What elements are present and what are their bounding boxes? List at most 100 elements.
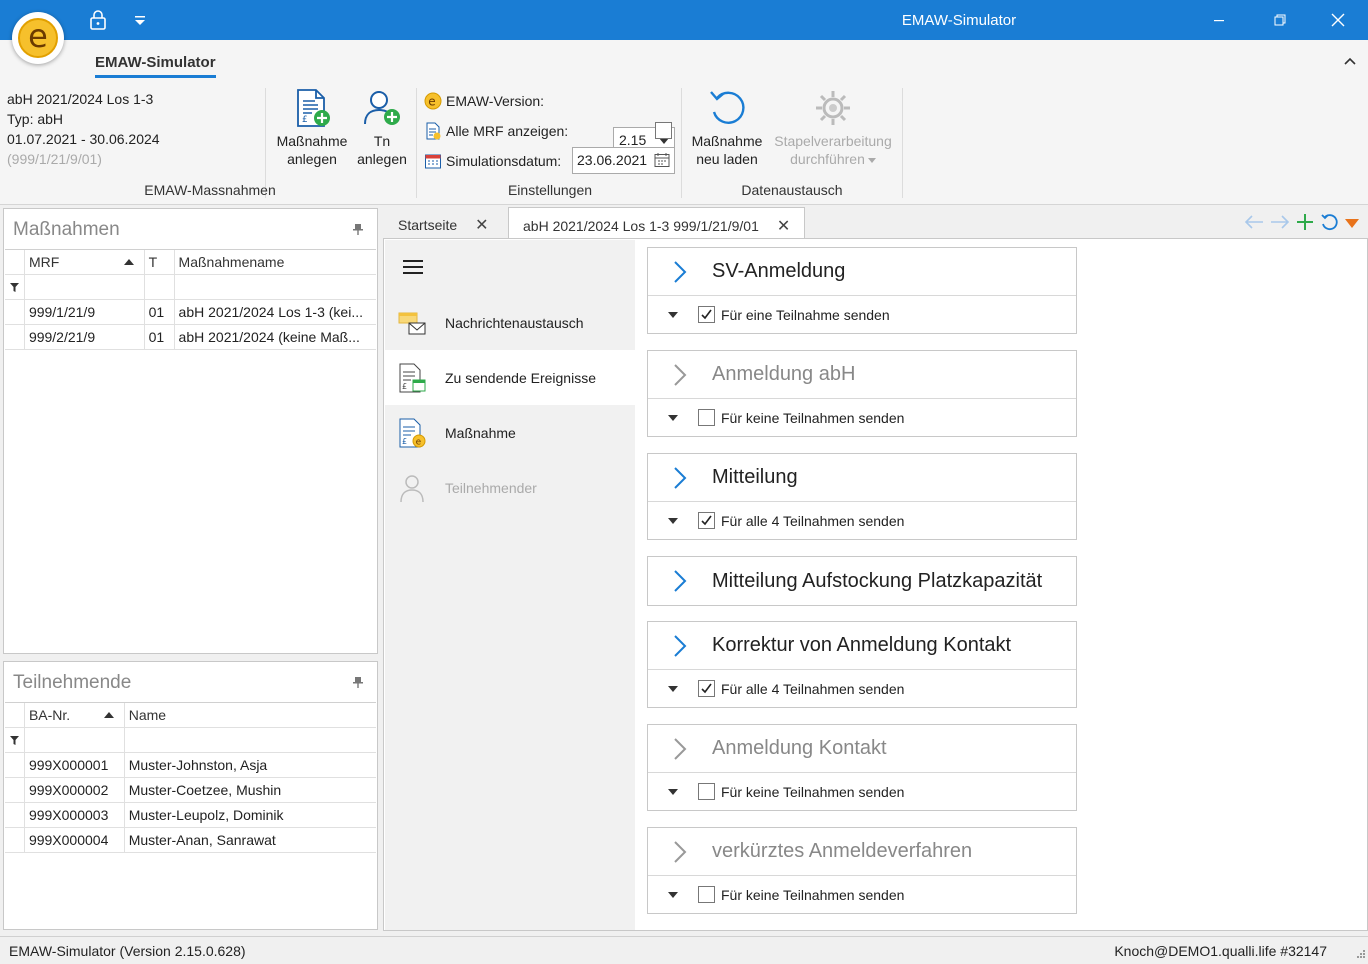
alle-mrf-checkbox[interactable] xyxy=(655,122,672,139)
gear-icon xyxy=(811,86,855,130)
stapelverarbeitung-button[interactable]: Stapelverarbeitung durchführen xyxy=(768,86,898,168)
add-icon[interactable] xyxy=(1296,213,1314,234)
chevron-right-icon[interactable] xyxy=(648,466,712,490)
close-icon[interactable]: ✕ xyxy=(777,218,790,235)
alle-mrf-label: Alle MRF anzeigen: xyxy=(446,123,569,139)
send-checkbox[interactable] xyxy=(698,886,715,903)
sort-ascending-icon xyxy=(123,259,134,265)
new-document-icon: £ xyxy=(290,86,334,130)
send-option-label: Für alle 4 Teilnahmen senden xyxy=(721,680,905,697)
restore-button[interactable] xyxy=(1258,6,1302,34)
chevron-right-icon[interactable] xyxy=(648,363,712,387)
massnahme-anlegen-button[interactable]: £ Maßnahme anlegen xyxy=(272,86,352,168)
table-row[interactable]: 999X000003 Muster-Leupolz, Dominik xyxy=(5,803,376,828)
tab-massnahme[interactable]: abH 2021/2024 Los 1-3 999/1/21/9/01 ✕ xyxy=(508,207,806,239)
collapse-ribbon-icon[interactable] xyxy=(1344,52,1356,68)
back-arrow-icon[interactable] xyxy=(1244,215,1264,232)
cell-t: 01 xyxy=(145,300,175,324)
menu-dropdown-icon[interactable] xyxy=(1344,216,1360,232)
chevron-down-icon[interactable] xyxy=(648,311,698,318)
app-logo[interactable]: e xyxy=(12,12,64,64)
chevron-down-icon[interactable] xyxy=(648,517,698,524)
sort-ascending-icon xyxy=(103,712,114,718)
filter-name-input[interactable] xyxy=(125,728,376,752)
chevron-right-icon[interactable] xyxy=(648,634,712,658)
nav-item-nachrichtenaustausch[interactable]: Nachrichtenaustausch xyxy=(385,295,635,350)
cell-name: abH 2021/2024 (keine Maß... xyxy=(178,329,360,345)
simulationsdatum-input[interactable]: 23.06.2021 xyxy=(572,147,675,174)
cell-mrf: 999/1/21/9 xyxy=(25,300,145,324)
chevron-right-icon[interactable] xyxy=(648,260,712,284)
send-checkbox[interactable] xyxy=(698,306,715,323)
event-title: Korrektur von Anmeldung Kontakt xyxy=(712,634,1012,656)
send-checkbox[interactable] xyxy=(698,783,715,800)
event-header[interactable]: verkürztes Anmeldeverfahren xyxy=(648,828,1076,876)
column-header-t[interactable]: T xyxy=(145,250,175,274)
ribbon-separator xyxy=(902,88,903,198)
chevron-right-icon[interactable] xyxy=(648,569,712,593)
resize-grip-icon[interactable] xyxy=(1355,945,1365,961)
chevron-down-icon[interactable] xyxy=(648,788,698,795)
send-checkbox[interactable] xyxy=(698,512,715,529)
minimize-button[interactable] xyxy=(1197,6,1241,34)
table-row[interactable]: 999/2/21/9 01 abH 2021/2024 (keine Maß..… xyxy=(5,325,376,350)
send-checkbox[interactable] xyxy=(698,409,715,426)
chevron-right-icon[interactable] xyxy=(648,840,712,864)
event-title: Anmeldung Kontakt xyxy=(712,737,887,759)
table-row[interactable]: 999/1/21/9 01 abH 2021/2024 Los 1-3 (kei… xyxy=(5,300,376,325)
teilnehmende-panel-title: Teilnehmende xyxy=(13,672,132,693)
emaw-version-label: EMAW-Version: xyxy=(446,93,545,109)
table-row[interactable]: 999X000001 Muster-Johnston, Asja xyxy=(5,753,376,778)
table-row[interactable]: 999X000004 Muster-Anan, Sanrawat xyxy=(5,828,376,853)
chevron-down-icon[interactable] xyxy=(648,891,698,898)
tab-startseite[interactable]: Startseite ✕ xyxy=(384,207,503,239)
event-option-row: Für eine Teilnahme senden xyxy=(648,296,1076,333)
tn-anlegen-label-1: Tn xyxy=(373,133,391,149)
refresh-icon[interactable] xyxy=(1320,213,1338,234)
svg-text:e: e xyxy=(416,437,422,447)
nav-item-label: Teilnehmender xyxy=(445,479,537,496)
status-version: EMAW-Simulator (Version 2.15.0.628) xyxy=(9,943,246,959)
document-list-icon xyxy=(424,122,442,140)
chevron-down-icon[interactable] xyxy=(648,685,698,692)
filter-name-input[interactable] xyxy=(175,275,376,299)
tn-anlegen-button[interactable]: Tn anlegen xyxy=(352,86,412,168)
column-header-mrf[interactable]: MRF xyxy=(25,250,145,274)
filter-t-input[interactable] xyxy=(145,275,175,299)
cell-name: Muster-Coetzee, Mushin xyxy=(128,782,282,798)
filter-mrf-input[interactable] xyxy=(25,275,145,299)
event-header[interactable]: Mitteilung xyxy=(648,454,1076,502)
nav-item-massnahme[interactable]: £ e Maßnahme xyxy=(385,405,635,460)
column-header-massnahmename[interactable]: Maßnahmename xyxy=(175,250,376,274)
pin-icon[interactable] xyxy=(353,223,363,238)
grid-gutter xyxy=(5,325,25,349)
calendar-picker-icon[interactable] xyxy=(654,152,670,171)
event-header[interactable]: Anmeldung abH xyxy=(648,351,1076,399)
event-header[interactable]: SV-Anmeldung xyxy=(648,248,1076,296)
table-row[interactable]: 999X000002 Muster-Coetzee, Mushin xyxy=(5,778,376,803)
filter-icon xyxy=(5,728,25,752)
hamburger-menu-icon[interactable] xyxy=(402,258,424,279)
send-checkbox[interactable] xyxy=(698,680,715,697)
filter-ba-input[interactable] xyxy=(25,728,125,752)
column-header-ba-nr[interactable]: BA-Nr. xyxy=(25,703,125,727)
chevron-right-icon[interactable] xyxy=(648,737,712,761)
document-calendar-icon: £ xyxy=(397,362,427,394)
nav-item-zu-sendende-ereignisse[interactable]: £ Zu sendende Ereignisse xyxy=(385,350,635,405)
svg-text:£: £ xyxy=(402,382,407,391)
send-option-label: Für keine Teilnahmen senden xyxy=(721,783,905,800)
reload-icon xyxy=(705,86,749,130)
column-header-name[interactable]: Name xyxy=(125,703,376,727)
event-header[interactable]: Korrektur von Anmeldung Kontakt xyxy=(648,622,1076,670)
event-header[interactable]: Mitteilung Aufstockung Platzkapazität xyxy=(648,557,1076,605)
massnahme-neu-laden-button[interactable]: Maßnahme neu laden xyxy=(687,86,767,168)
event-header[interactable]: Anmeldung Kontakt xyxy=(648,725,1076,773)
ribbon-tab-emaw-simulator[interactable]: EMAW-Simulator xyxy=(95,54,216,78)
forward-arrow-icon[interactable] xyxy=(1270,215,1290,232)
nav-item-teilnehmender[interactable]: Teilnehmender xyxy=(385,460,635,515)
close-icon[interactable]: ✕ xyxy=(475,217,488,234)
pin-icon[interactable] xyxy=(353,676,363,691)
close-window-button[interactable] xyxy=(1316,6,1360,34)
chevron-down-icon xyxy=(867,157,876,163)
chevron-down-icon[interactable] xyxy=(648,414,698,421)
